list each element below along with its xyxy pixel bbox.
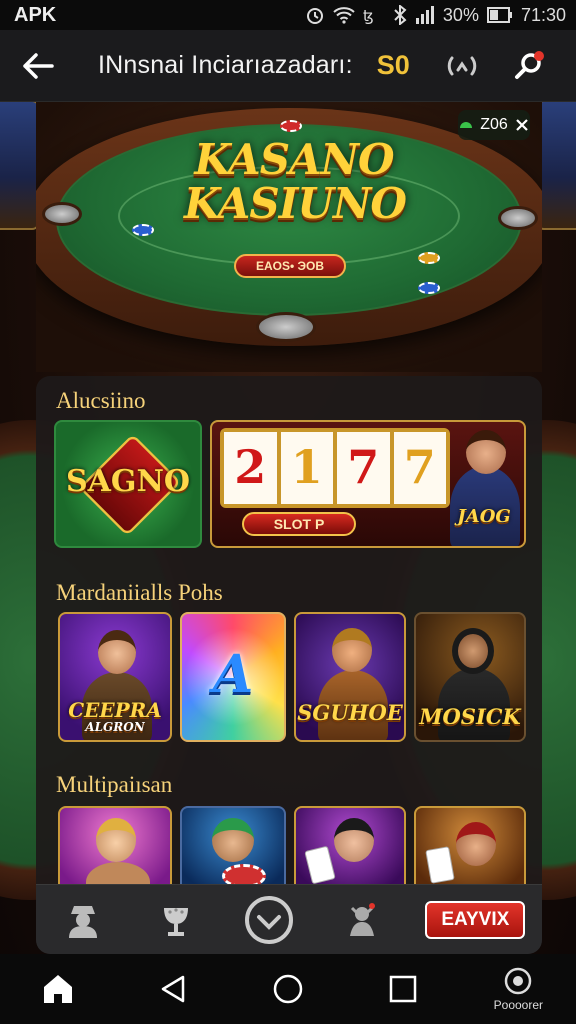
gift-icon (350, 902, 376, 936)
slot-button: SLOT P (242, 512, 356, 536)
playing-card (425, 846, 455, 884)
casino-logo: KASANO KASIUNO (184, 135, 407, 228)
game-tile-mosick[interactable]: MOSICK (414, 612, 526, 742)
signal-icon (415, 6, 434, 24)
background-slot-machine (536, 100, 576, 230)
game-tile-multiplayer-4[interactable] (414, 806, 526, 896)
status-time: 71:30 (520, 4, 566, 25)
tab-check[interactable] (239, 890, 299, 950)
character-head (98, 630, 136, 674)
page-title: INnsnai Inciarıazadarı: (98, 51, 353, 79)
tab-profile[interactable] (53, 890, 113, 950)
back-button[interactable] (18, 46, 58, 86)
wifi-icon (333, 7, 355, 24)
refresh-button[interactable] (442, 46, 482, 86)
tile-caption: A (212, 644, 254, 705)
poker-chip (132, 224, 154, 236)
logo-line-1: KASANO (194, 135, 394, 184)
character-head (452, 628, 494, 674)
record-icon (505, 967, 532, 995)
slot-reel: 7 (393, 432, 446, 504)
tile-caption: MOSICK (419, 704, 521, 729)
character-head (334, 818, 374, 862)
coin-balance: S0 (376, 50, 410, 80)
status-bar: APK ꜩ 30% 71:30 (0, 0, 576, 30)
system-navigation-bar: Poooorer (0, 954, 576, 1024)
status-carrier: APK (14, 3, 57, 26)
game-tile-sguhoe[interactable]: SGUHOE (294, 612, 406, 742)
trophy-icon (163, 907, 188, 936)
game-tile-multiplayer-2[interactable] (180, 806, 286, 896)
character-head (456, 822, 496, 866)
game-tile-multiplayer-1[interactable] (58, 806, 172, 896)
refresh-icon (447, 56, 477, 75)
home-icon (43, 975, 72, 1003)
check-circle-icon (244, 895, 293, 944)
poker-chip (280, 120, 302, 132)
extra-nav-label: Poooorer (493, 998, 544, 1012)
poker-chip (418, 282, 440, 294)
tile-caption: SGUHOE (297, 700, 403, 725)
panel-tab-bar: EAYVIX (36, 884, 542, 954)
tile-side-caption: JAOG (457, 506, 511, 527)
cta-button[interactable]: EAYVIX (425, 900, 526, 939)
profile-icon (68, 905, 97, 938)
game-tile-a[interactable]: A (180, 612, 286, 742)
tile-subcaption: ALGRON (85, 720, 145, 734)
section-title: Multipaiısan (56, 772, 173, 797)
badge-indicator (460, 122, 473, 128)
poker-chip (418, 252, 440, 264)
tile-caption: SAGNO (65, 464, 191, 499)
cup-holder (42, 202, 82, 226)
game-tile-slot[interactable]: 2 1 7 7 SLOT P JAOG (210, 420, 526, 548)
bluetooth-icon (394, 5, 407, 25)
square-icon (389, 975, 417, 1003)
playing-card (304, 845, 336, 885)
slot-reels: 2 1 7 7 (220, 428, 450, 508)
cup-holder (256, 312, 316, 342)
game-tile-sagno[interactable]: SAGNO (54, 420, 202, 548)
game-panel: Alucsiino SAGNO 2 1 7 7 SLOT P JAOG Mard… (36, 376, 542, 954)
recents-button[interactable] (368, 959, 438, 1019)
game-tile-ceepra[interactable]: CEEPRA ALGRON (58, 612, 172, 742)
hero-badge[interactable]: Z06 (458, 110, 530, 140)
back-nav-button[interactable] (138, 959, 208, 1019)
slot-reel: 2 (224, 432, 277, 504)
home-circle-button[interactable] (253, 959, 323, 1019)
back-triangle-icon (161, 975, 185, 1003)
character-head (332, 628, 372, 672)
logo-line-2: KASIUNO (184, 179, 407, 228)
tile-caption: CEEPRA (68, 698, 162, 722)
extra-nav-button[interactable]: Poooorer (483, 959, 553, 1019)
search-button[interactable] (510, 46, 550, 86)
tab-gift[interactable] (332, 890, 392, 950)
game-tile-multiplayer-3[interactable] (294, 806, 406, 896)
character-head (212, 818, 254, 862)
battery-icon (486, 7, 512, 23)
hero-banner[interactable]: KASANO KASIUNO ЕAOS• ЭOB Z06 (36, 102, 542, 372)
badge-value: Z06 (480, 116, 508, 133)
back-arrow-icon (23, 52, 54, 79)
alarm-icon (306, 8, 323, 24)
background-slot-machine (0, 100, 40, 230)
app-header: INnsnai Inciarıazadarı: S0 (0, 30, 576, 102)
svg-text:ꜩ: ꜩ (363, 7, 374, 24)
character-head (466, 430, 506, 474)
circle-icon (273, 974, 303, 1004)
battery-percent: 30% (442, 4, 479, 25)
slot-reel: 1 (280, 432, 333, 504)
character-head (96, 818, 136, 862)
slot-reel: 7 (337, 432, 390, 504)
hero-tag: ЕAOS• ЭOB (234, 254, 346, 278)
section-title: Mardaniialls Pohs (56, 580, 223, 605)
status-icons: ꜩ 30% 71:30 (305, 5, 566, 26)
cup-holder (498, 206, 538, 230)
section-title: Alucsiino (56, 388, 146, 413)
home-button[interactable] (23, 959, 93, 1019)
close-icon[interactable] (516, 119, 528, 131)
nfc-icon: ꜩ (363, 7, 374, 24)
search-icon (514, 50, 544, 79)
tab-trophy[interactable] (146, 890, 206, 950)
